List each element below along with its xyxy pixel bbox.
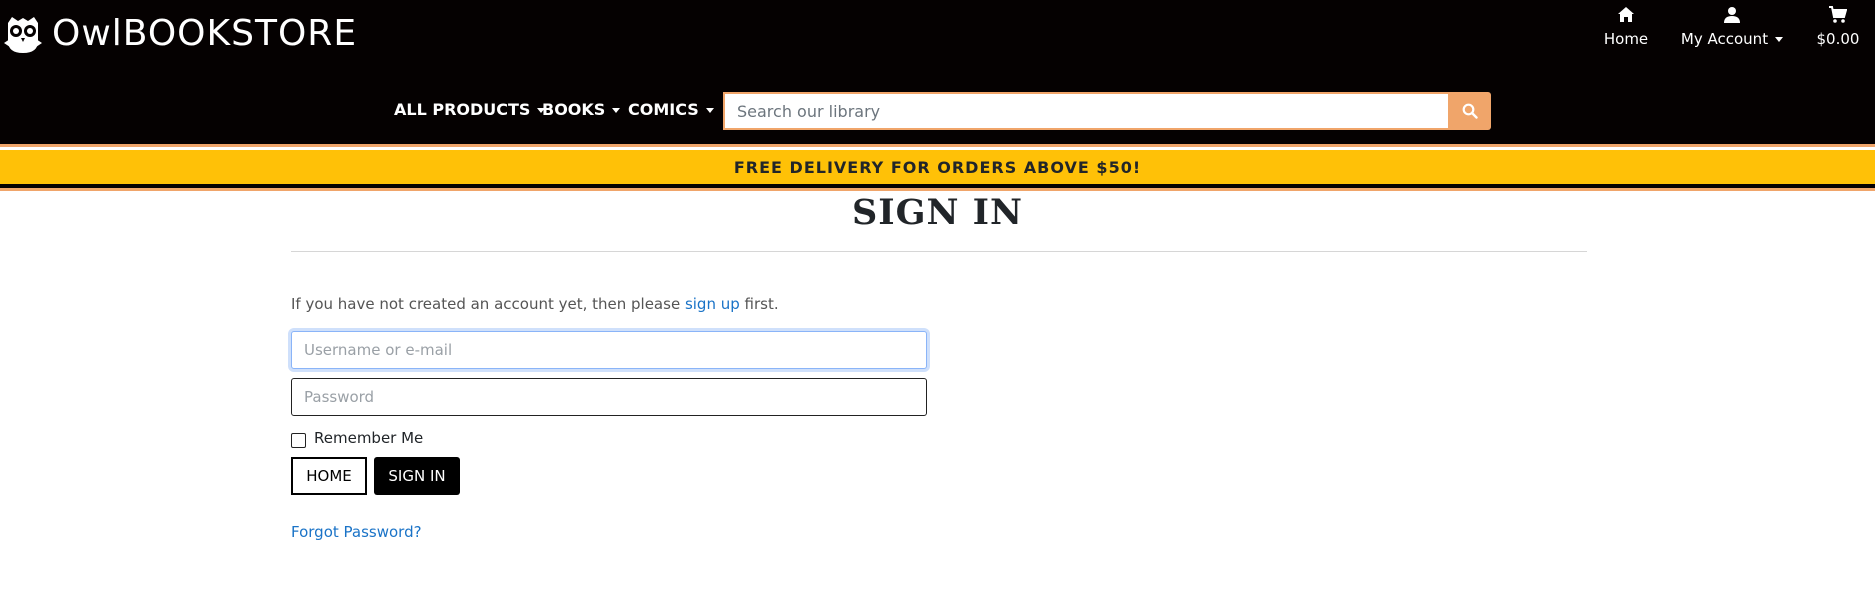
nav-cart[interactable]: $0.00 (1810, 6, 1866, 48)
forgot-password-link[interactable]: Forgot Password? (291, 523, 422, 541)
home-icon (1618, 7, 1634, 22)
nav-home[interactable]: Home (1603, 6, 1649, 48)
comics-label: COMICS (628, 100, 699, 119)
search-button[interactable] (1448, 92, 1491, 130)
nav-comics[interactable]: COMICS (628, 100, 714, 119)
signup-prompt: If you have not created an account yet, … (291, 295, 779, 313)
username-placeholder: Username or e-mail (304, 341, 453, 359)
all-products-label: ALL PRODUCTS (394, 100, 531, 119)
search-input[interactable]: Search our library (723, 92, 1448, 130)
search-placeholder: Search our library (737, 101, 881, 121)
chevron-down-icon (612, 108, 621, 113)
title-divider (291, 251, 1587, 252)
signup-prompt-suffix: first. (739, 295, 779, 313)
cart-total: $0.00 (1816, 30, 1860, 48)
bottom-accent-stripe (0, 188, 1875, 191)
site-logo[interactable]: OwlBOOKSTORE (2, 12, 357, 56)
nav-home-label: Home (1603, 30, 1649, 48)
nav-books[interactable]: BOOKS (542, 100, 621, 119)
remember-me-label: Remember Me (314, 428, 424, 447)
password-placeholder: Password (304, 388, 375, 406)
nav-my-account[interactable]: My Account (1680, 6, 1784, 48)
page-title: SIGN IN (851, 192, 1024, 233)
cart-icon (1829, 6, 1847, 23)
password-field[interactable]: Password (291, 378, 927, 416)
search-icon (1462, 103, 1478, 119)
site-header: OwlBOOKSTORE Home My Account $0.00 ALL P… (0, 0, 1875, 144)
nav-account-label: My Account (1680, 30, 1784, 48)
nav-all-products[interactable]: ALL PRODUCTS (394, 100, 546, 119)
signup-link[interactable]: sign up (685, 295, 740, 313)
remember-me-checkbox[interactable] (291, 433, 306, 448)
owl-logo-icon (4, 17, 42, 53)
top-accent-stripe (0, 144, 1875, 147)
free-delivery-banner: FREE DELIVERY FOR ORDERS ABOVE $50! (0, 150, 1875, 184)
username-field[interactable]: Username or e-mail (291, 331, 927, 369)
user-icon (1724, 7, 1740, 23)
banner-text: FREE DELIVERY FOR ORDERS ABOVE $50! (733, 157, 1142, 177)
account-label-text: My Account (1680, 30, 1769, 48)
chevron-down-icon (705, 108, 714, 113)
signup-prompt-text: If you have not created an account yet, … (291, 295, 685, 313)
remember-me: Remember Me (291, 427, 423, 448)
chevron-down-icon (1775, 37, 1784, 42)
home-button[interactable]: HOME (291, 457, 367, 495)
books-label: BOOKS (542, 100, 606, 119)
logo-text: OwlBOOKSTORE (52, 13, 358, 54)
sign-in-button[interactable]: SIGN IN (374, 457, 460, 495)
